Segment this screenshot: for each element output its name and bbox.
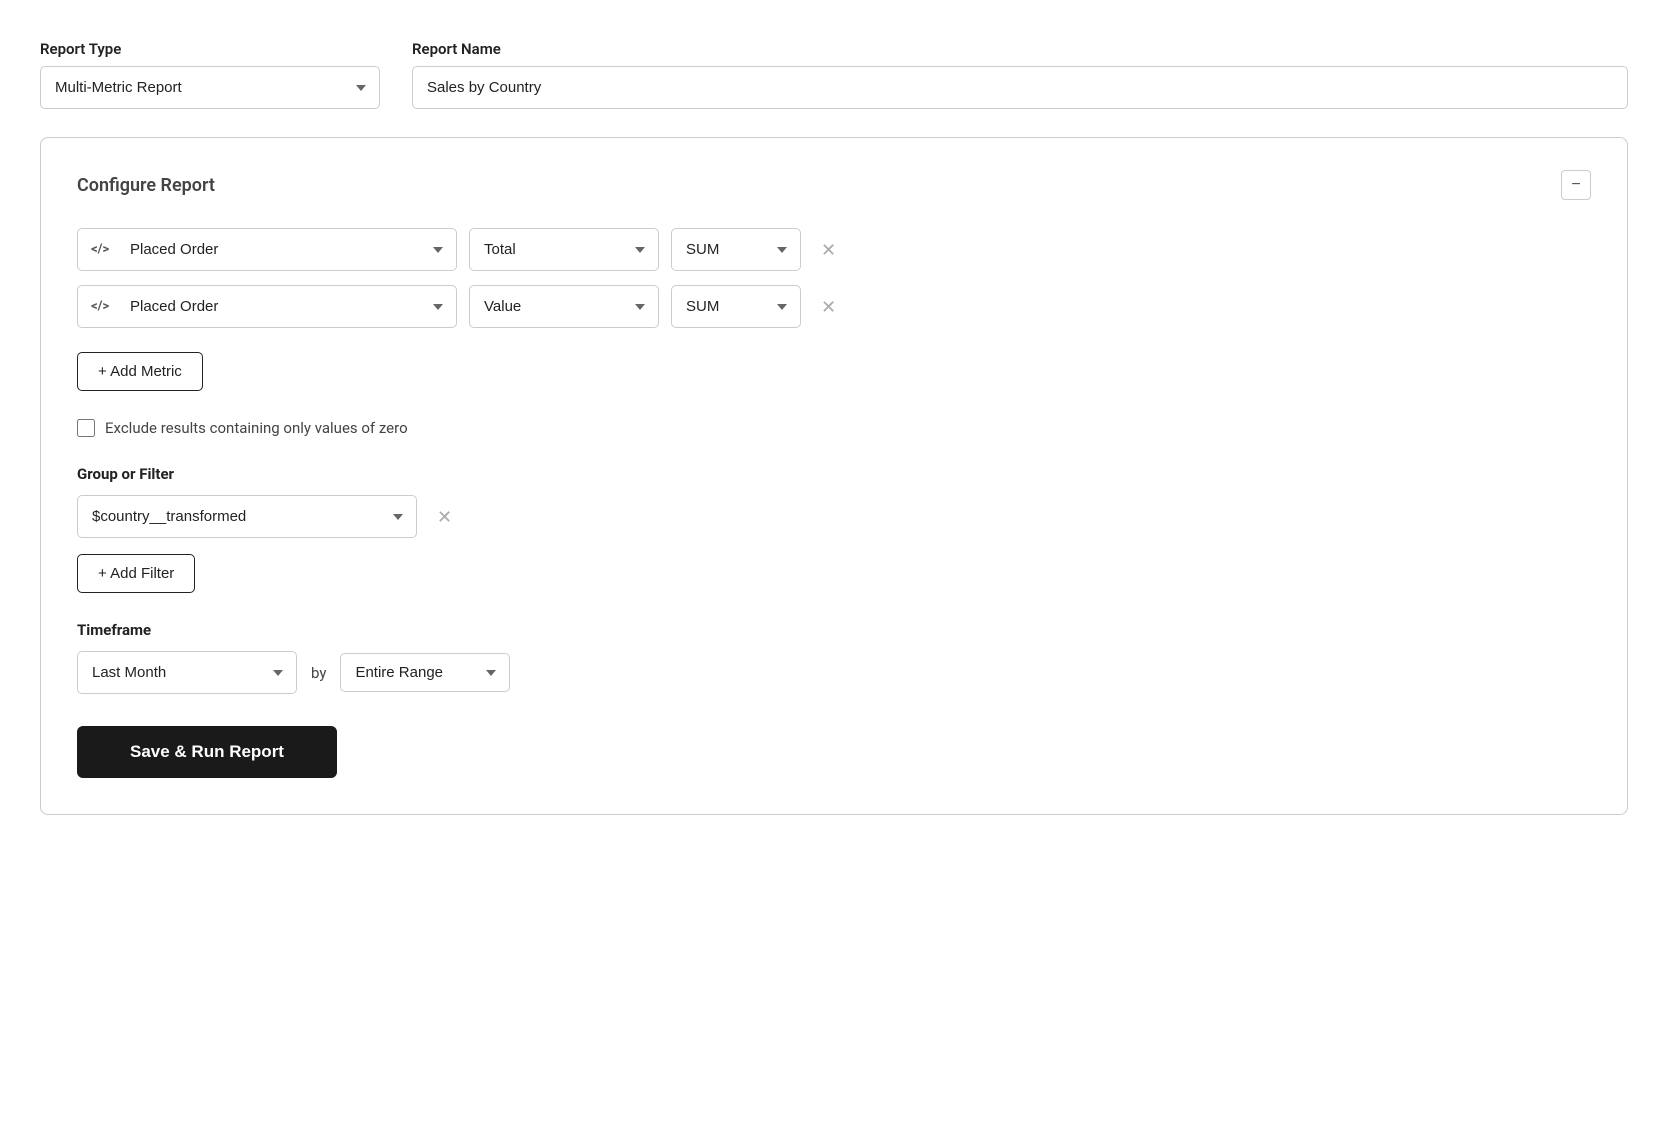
timeframe-select[interactable]: Last Month Last 7 Days Last 30 Days Last… [77,651,297,694]
range-select[interactable]: Entire Range Day Week Month [340,653,510,692]
add-metric-button[interactable]: + Add Metric [77,352,203,391]
exclude-zero-checkbox[interactable] [77,419,95,437]
metric-field-2-wrapper: Total Value Count Average [469,285,659,328]
metric-row: </> Placed Order Viewed Product Added to… [77,228,1591,271]
metric-event-2-wrapper: </> Placed Order Viewed Product Added to… [77,285,457,328]
configure-title: Configure Report [77,175,215,196]
group-filter-section: Group or Filter $country__transformed $c… [77,465,1591,621]
metric-agg-1-select[interactable]: SUM AVG MIN MAX COUNT [671,228,801,271]
report-type-field: Report Type Multi-Metric Report Single M… [40,40,380,109]
metric-agg-2-select[interactable]: SUM AVG MIN MAX COUNT [671,285,801,328]
filter-remove-button[interactable]: ✕ [429,504,460,530]
range-select-wrapper: Entire Range Day Week Month [340,653,510,692]
metric-field-1-wrapper: Total Value Count Average [469,228,659,271]
report-type-select[interactable]: Multi-Metric Report Single Metric Report… [40,66,380,109]
timeframe-select-wrapper: Last Month Last 7 Days Last 30 Days Last… [77,651,297,694]
group-filter-label: Group or Filter [77,465,1591,483]
timeframe-row: Last Month Last 7 Days Last 30 Days Last… [77,651,1591,694]
report-name-label: Report Name [412,40,1628,58]
metric-field-1-select[interactable]: Total Value Count Average [469,228,659,271]
metrics-section: </> Placed Order Viewed Product Added to… [77,228,1591,328]
configure-header: Configure Report − [77,170,1591,200]
metric-field-2-select[interactable]: Total Value Count Average [469,285,659,328]
metric-event-2-select[interactable]: Placed Order Viewed Product Added to Car… [77,285,457,328]
metric-event-1-wrapper: </> Placed Order Viewed Product Added to… [77,228,457,271]
metric-agg-2-wrapper: SUM AVG MIN MAX COUNT [671,285,801,328]
top-section: Report Type Multi-Metric Report Single M… [40,40,1628,109]
exclude-zero-row: Exclude results containing only values o… [77,419,1591,437]
report-type-select-wrapper: Multi-Metric Report Single Metric Report… [40,66,380,109]
save-run-button[interactable]: Save & Run Report [77,726,337,778]
configure-card: Configure Report − </> Placed Order View… [40,137,1628,815]
metric-event-1-select[interactable]: Placed Order Viewed Product Added to Car… [77,228,457,271]
timeframe-section: Timeframe Last Month Last 7 Days Last 30… [77,621,1591,694]
metric-2-remove-button[interactable]: ✕ [813,294,844,320]
by-label: by [311,664,326,682]
report-type-label: Report Type [40,40,380,58]
metric-agg-1-wrapper: SUM AVG MIN MAX COUNT [671,228,801,271]
collapse-button[interactable]: − [1561,170,1591,200]
filter-row: $country__transformed $city $region $dev… [77,495,1591,538]
metric-row: </> Placed Order Viewed Product Added to… [77,285,1591,328]
add-filter-button[interactable]: + Add Filter [77,554,195,593]
report-name-input[interactable] [412,66,1628,109]
filter-select-wrapper: $country__transformed $city $region $dev… [77,495,417,538]
filter-select[interactable]: $country__transformed $city $region $dev… [77,495,417,538]
metric-1-remove-button[interactable]: ✕ [813,237,844,263]
timeframe-label: Timeframe [77,621,1591,639]
report-name-field: Report Name [412,40,1628,109]
exclude-zero-label: Exclude results containing only values o… [105,419,408,437]
